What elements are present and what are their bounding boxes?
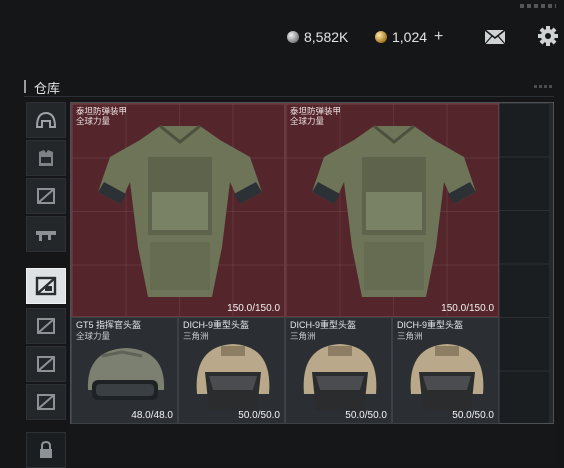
category-icon (37, 356, 55, 372)
item-name: DICH-9重型头盔 (290, 320, 357, 330)
inventory-item-helmet-dich9-3[interactable]: DICH-9重型头盔 三角洲 50.0/50.0 (392, 317, 499, 424)
item-name: 泰坦防弹装甲 (76, 106, 128, 116)
item-faction: 三角洲 (290, 331, 316, 341)
tab-category-3[interactable] (26, 178, 66, 214)
item-durability: 48.0/48.0 (131, 410, 173, 421)
gold-amount: 1,024 (392, 29, 428, 45)
body-armor-icon (98, 124, 262, 297)
item-durability: 150.0/150.0 (441, 303, 494, 314)
category-icon (37, 394, 55, 410)
lock-icon (40, 441, 52, 458)
item-faction: 三角洲 (397, 331, 423, 341)
item-faction: 全球力量 (76, 331, 111, 341)
category-icon (37, 188, 55, 204)
add-currency-button[interactable]: + (434, 28, 443, 46)
category-icon (35, 276, 57, 296)
tab-weapons[interactable] (26, 216, 66, 252)
gear-icon[interactable] (538, 26, 558, 46)
helmet-icon (196, 344, 270, 410)
inventory-scrollbar[interactable] (549, 103, 553, 423)
tab-armor-active[interactable] (26, 268, 66, 304)
warehouse-title: 仓库 (34, 81, 61, 96)
inventory-item-helmet-dich9-2[interactable]: DICH-9重型头盔 三角洲 50.0/50.0 (285, 317, 392, 424)
item-faction: 全球力量 (290, 116, 325, 126)
inventory-item-armor-2[interactable]: 泰坦防弹装甲 全球力量 150.0/150.0 (285, 103, 499, 317)
inventory-item-armor-1[interactable]: 泰坦防弹装甲 全球力量 150.0/150.0 (71, 103, 285, 317)
silver-coin-icon (287, 31, 299, 43)
inventory-item-helmet-gt5[interactable]: GT5 指挥官头盔 全球力量 48.0/48.0 (71, 317, 178, 424)
silver-amount: 8,582K (304, 29, 349, 45)
item-name: GT5 指挥官头盔 (76, 320, 142, 330)
item-faction: 全球力量 (76, 116, 111, 126)
tab-category-8[interactable] (26, 384, 66, 420)
tab-category-6[interactable] (26, 308, 66, 344)
item-durability: 50.0/50.0 (452, 410, 494, 421)
top-bar: 8,582K 1,024 + (0, 0, 564, 70)
mail-icon[interactable] (484, 29, 506, 45)
helmet-icon (410, 344, 484, 410)
weapon-icon (36, 231, 56, 241)
helmet-icon (303, 344, 377, 410)
window-dots (520, 4, 556, 8)
item-faction: 三角洲 (183, 331, 209, 341)
item-name: DICH-9重型头盔 (397, 320, 464, 330)
category-icon (37, 318, 55, 334)
header-accent (24, 80, 26, 93)
warehouse-header: 仓库 (24, 78, 554, 96)
gold-coin-icon (375, 31, 387, 43)
empty-grid-area[interactable] (499, 103, 549, 423)
helmet-icon (35, 111, 57, 128)
tab-vests[interactable] (26, 140, 66, 176)
helmet-icon (87, 348, 165, 400)
item-cell-grid (499, 103, 549, 423)
gold-currency: 1,024 + (375, 28, 443, 46)
item-name: 泰坦防弹装甲 (290, 106, 342, 116)
item-durability: 50.0/50.0 (345, 410, 387, 421)
inventory-item-helmet-dich9-1[interactable]: DICH-9重型头盔 三角洲 50.0/50.0 (178, 317, 285, 424)
header-dots (534, 85, 552, 88)
item-name: DICH-9重型头盔 (183, 320, 250, 330)
silver-currency: 8,582K (287, 28, 348, 46)
item-durability: 50.0/50.0 (238, 410, 280, 421)
vest-icon (39, 150, 53, 166)
tab-helmets[interactable] (26, 102, 66, 138)
item-durability: 150.0/150.0 (227, 303, 280, 314)
bottom-area (70, 424, 554, 463)
header-divider (24, 96, 554, 97)
body-armor-icon (312, 124, 476, 297)
tab-category-7[interactable] (26, 346, 66, 382)
